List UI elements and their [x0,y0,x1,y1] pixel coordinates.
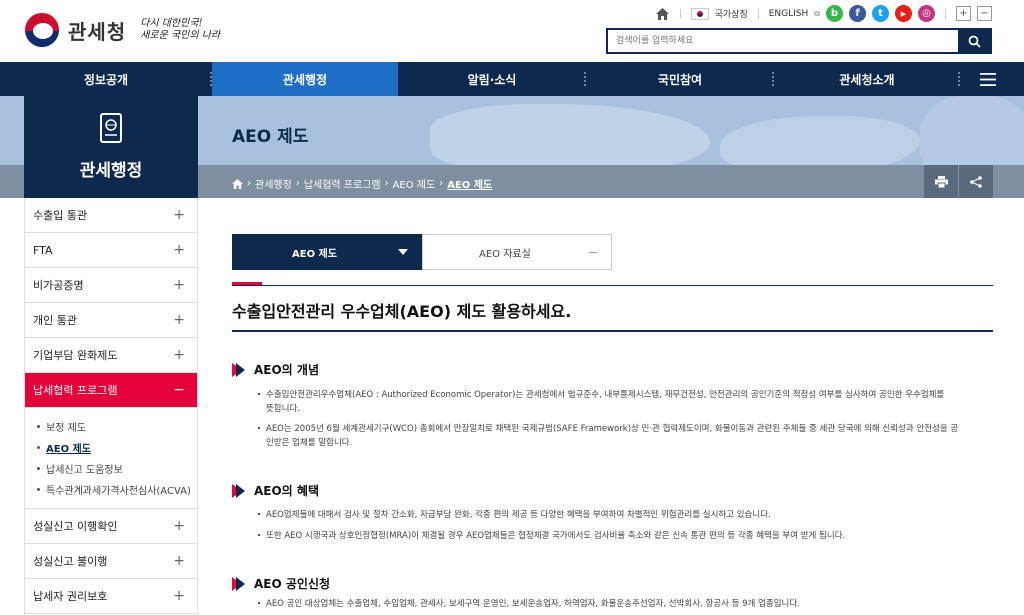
home-icon[interactable] [232,178,243,189]
plus-icon: + [173,312,185,328]
print-button[interactable] [924,165,958,198]
gnb-item-info-disclosure[interactable]: 정보공개 [0,62,212,96]
search-icon [968,35,981,48]
twitter-icon[interactable]: t [872,5,889,22]
section-paragraph: 또한 AEO 시행국과 상호인정협정(MRA)이 체결될 경우 AEO업체들은 … [258,529,988,543]
lnb-item[interactable]: 성실신고 이행확인 + [25,509,197,544]
lnb-subitem[interactable]: 특수관계과세가격사전심사(ACVA) [37,479,197,500]
lnb-item[interactable]: 기업부담 완화제도 + [25,338,197,373]
search-input[interactable] [608,30,958,52]
share-icon [970,175,982,188]
lnb-item-active[interactable]: 납세협력 프로그램 − [25,373,197,408]
content-tabs: AEO 제도 AEO 자료실 [232,234,612,270]
section-title: AEO의 개념 [232,361,319,378]
plus-icon: + [173,347,185,363]
gnb-item-news[interactable]: 알림·소식 [398,62,586,96]
lnb-item[interactable]: 성실신고 불이행 + [25,544,197,579]
tab-aeo-library[interactable]: AEO 자료실 [422,234,612,270]
passport-icon [100,113,122,143]
lnb-subitem-active[interactable]: AEO 제도 [37,437,197,458]
breadcrumb-item[interactable]: 관세행정 [255,176,292,191]
korean-flag-icon [690,7,709,20]
lnb-submenu: 보정 제도 AEO 제도 납세신고 도움정보 특수관계과세가격사전심사(ACVA… [25,408,197,509]
print-icon [934,175,948,188]
gnb-item-participation[interactable]: 국민참여 [586,62,774,96]
plus-icon: + [173,518,185,534]
logo-text: 관세청 [68,19,127,44]
breadcrumb-current[interactable]: AEO 제도 [447,176,492,191]
site-header: 관세청 다시 대한민국! 새로운 국민의 나라 국가상징 ENGLISH ⧉ b… [0,0,1024,62]
section-title: AEO 공인신청 [232,575,330,592]
search-box [606,28,992,54]
utility-bar: 국가상징 ENGLISH ⧉ b f t ▶ ◎ + − [656,5,992,22]
site-logo[interactable]: 관세청 다시 대한민국! 새로운 국민의 나라 [24,12,220,48]
plus-icon: + [173,553,185,569]
zoom-in-button[interactable]: + [956,6,971,21]
lnb-item[interactable]: 비가공증명 + [25,268,197,303]
all-menu-button[interactable] [960,62,1016,96]
plus-icon: + [173,242,185,258]
breadcrumb-item[interactable]: AEO 제도 [393,176,436,191]
breadcrumb-item[interactable]: 납세협력 프로그램 [304,176,381,191]
youtube-icon[interactable]: ▶ [895,5,912,22]
lnb-item[interactable]: 납세자 권리보호 + [25,579,197,614]
plus-icon: + [173,277,185,293]
section-paragraph: AEO는 2005년 6월 세계관세기구(WCO) 총회에서 만장일치로 채택된… [258,422,988,450]
search-button[interactable] [958,30,990,52]
home-icon[interactable] [656,7,670,21]
gnb-item-about[interactable]: 관세청소개 [774,62,960,96]
external-link-icon: ⧉ [814,8,820,18]
plus-icon: + [173,207,185,223]
facebook-icon[interactable]: f [849,5,866,22]
caret-down-icon [398,249,408,255]
section-paragraph: AEO업체들에 대해서 검사 및 절차 간소화, 자금부담 완화, 각종 편의 … [258,508,988,522]
lnb-title: 관세행정 [79,161,143,181]
section-title: AEO의 혜택 [232,482,319,499]
left-navigation: 수출입 통관 + FTA + 비가공증명 + 개인 통관 + 기업부담 완화제도 + 납세… [24,198,198,614]
lnb-item[interactable]: FTA + [25,233,197,268]
content-heading: 수출입안전관리 우수업체(AEO) 제도 활용하세요. [232,302,572,321]
english-link[interactable]: ENGLISH [769,9,809,19]
zoom-out-button[interactable]: − [977,6,992,21]
share-button[interactable] [959,165,993,198]
section-paragraph: 수출입안전관리우수업체(AEO : Authorized Economic Op… [258,388,988,416]
lnb-item[interactable]: 수출입 통관 + [25,198,197,233]
page-title: AEO 제도 [232,127,309,147]
blog-icon[interactable]: b [826,5,843,22]
taegeuk-logo-icon [24,12,60,48]
section-paragraph: AEO 공인 대상업체는 수출업체, 수입업체, 관세사, 보세구역 운영인, … [258,597,988,611]
plus-icon: + [173,588,185,604]
slogan: 다시 대한민국! 새로운 국민의 나라 [140,18,221,41]
gnb-item-customs-admin[interactable]: 관세행정 [212,62,398,96]
dash-icon [589,251,597,253]
instagram-icon[interactable]: ◎ [918,5,935,22]
national-symbol-link[interactable]: 국가상징 [715,7,748,20]
lnb-subitem[interactable]: 보정 제도 [37,416,197,437]
minus-icon: − [173,382,185,398]
chevron-right-icon [232,576,248,591]
chevron-right-icon [232,362,248,377]
hamburger-menu-icon [980,72,996,86]
lnb-item[interactable]: 개인 통관 + [25,303,197,338]
lnb-header: 관세행정 [24,96,198,198]
main-navigation: 정보공개 관세행정 알림·소식 국민참여 관세청소개 [0,62,1024,96]
lnb-subitem[interactable]: 납세신고 도움정보 [37,458,197,479]
breadcrumb: › 관세행정 › 납세협력 프로그램 › AEO 제도 › AEO 제도 [232,176,492,191]
chevron-right-icon [232,483,248,498]
tab-aeo-system[interactable]: AEO 제도 [232,234,422,270]
